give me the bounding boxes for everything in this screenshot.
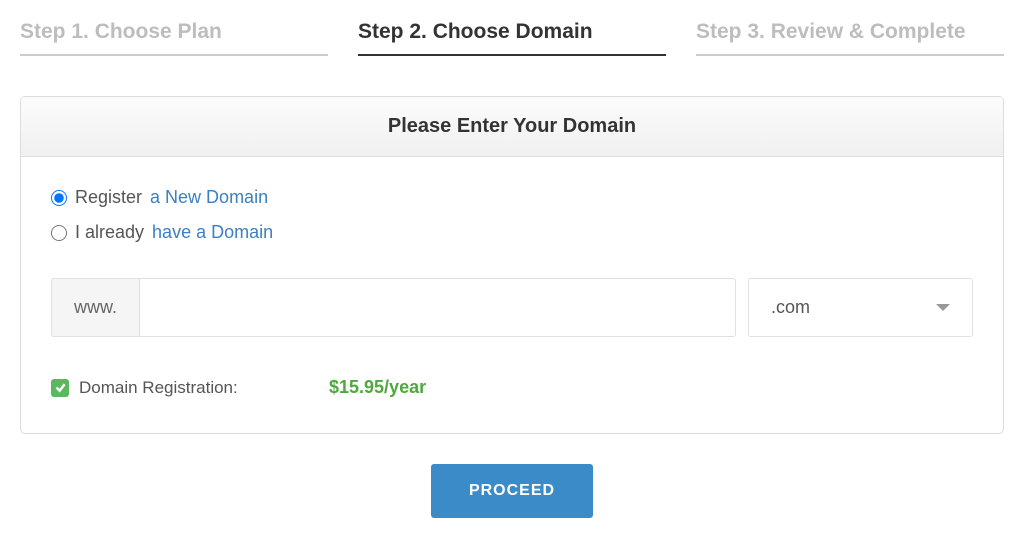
www-prefix: www. — [51, 278, 139, 337]
registration-row: Domain Registration: $15.95/year — [51, 377, 973, 398]
steps-nav: Step 1. Choose Plan Step 2. Choose Domai… — [20, 20, 1004, 56]
step-1-choose-plan[interactable]: Step 1. Choose Plan — [20, 20, 328, 56]
tld-select[interactable]: .com — [748, 278, 973, 337]
check-icon — [51, 379, 69, 397]
register-text: Register — [75, 187, 142, 208]
domain-input[interactable] — [139, 278, 736, 337]
already-link: have a Domain — [152, 222, 273, 243]
domain-input-row: www. .com — [51, 278, 973, 337]
domain-panel: Please Enter Your Domain Register a New … — [20, 96, 1004, 434]
tld-value: .com — [771, 297, 810, 318]
radio-register[interactable] — [51, 190, 67, 206]
already-text: I already — [75, 222, 144, 243]
panel-body: Register a New Domain I already have a D… — [21, 157, 1003, 433]
radio-have-domain[interactable] — [51, 225, 67, 241]
registration-label: Domain Registration: — [79, 378, 319, 398]
registration-price: $15.95/year — [329, 377, 426, 398]
panel-title: Please Enter Your Domain — [21, 97, 1003, 157]
option-have-domain[interactable]: I already have a Domain — [51, 222, 973, 243]
chevron-down-icon — [936, 304, 950, 311]
register-link: a New Domain — [150, 187, 268, 208]
proceed-button[interactable]: PROCEED — [431, 464, 593, 518]
option-register-new[interactable]: Register a New Domain — [51, 187, 973, 208]
step-2-choose-domain[interactable]: Step 2. Choose Domain — [358, 20, 666, 56]
step-3-review-complete[interactable]: Step 3. Review & Complete — [696, 20, 1004, 56]
